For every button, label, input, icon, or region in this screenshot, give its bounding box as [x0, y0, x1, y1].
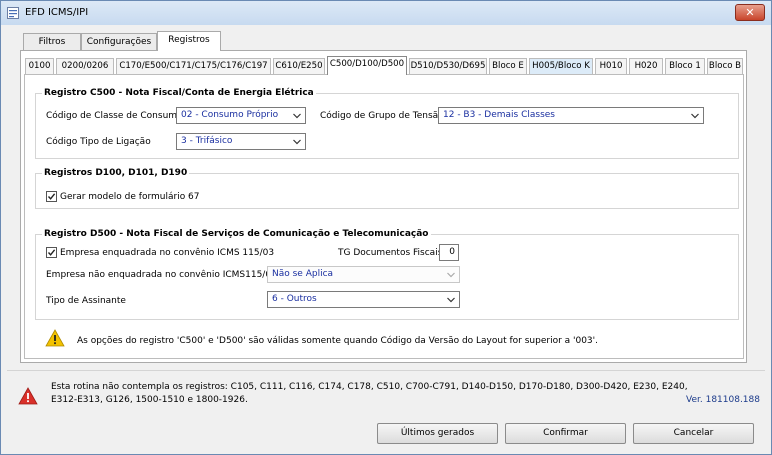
subtab-h010[interactable]: H010	[595, 58, 627, 74]
classe-consumo-select[interactable]: 02 - Consumo Próprio	[176, 107, 306, 124]
gerar-modelo-checkbox[interactable]	[46, 191, 57, 202]
ultimos-gerados-button[interactable]: Últimos gerados	[377, 423, 498, 444]
close-button[interactable]: ✕	[735, 4, 765, 21]
nao-enquadrada-select[interactable]: Não se Aplica	[267, 266, 460, 283]
chevron-down-icon	[293, 139, 301, 145]
cancelar-button[interactable]: Cancelar	[633, 423, 754, 444]
grupo-tensao-label: Código de Grupo de Tensão	[320, 111, 444, 121]
version-label: Ver. 181108.188	[686, 395, 760, 405]
tipo-ligacao-select[interactable]: 3 - Trifásico	[176, 133, 306, 150]
chevron-down-icon	[293, 113, 301, 119]
subtab-c610-e250[interactable]: C610/E250	[273, 58, 325, 74]
check-icon	[47, 249, 56, 256]
enquadrada-label: Empresa enquadrada no convênio ICMS 115/…	[60, 248, 275, 258]
subtab-c170[interactable]: C170/E500/C171/C175/C176/C197	[116, 58, 271, 74]
tab-configuracoes-label: Configurações	[86, 37, 152, 47]
subtab-label: H020	[634, 61, 658, 71]
subtab-label: C170/E500/C171/C175/C176/C197	[119, 61, 268, 71]
subtab-h020[interactable]: H020	[629, 58, 663, 74]
tipo-ligacao-label: Código Tipo de Ligação	[46, 137, 151, 147]
efd-window: EFD ICMS/IPI ✕ Filtros Configurações Reg…	[0, 0, 772, 455]
warning-info-icon	[45, 329, 65, 347]
group-c500-title: Registro C500 - Nota Fiscal/Conta de Ene…	[42, 88, 316, 98]
tab-configuracoes[interactable]: Configurações	[81, 33, 157, 51]
tipo-assinante-select[interactable]: 6 - Outros	[267, 291, 460, 308]
tipo-assinante-value: 6 - Outros	[272, 294, 317, 304]
footer-separator	[7, 370, 765, 371]
tg-documentos-input[interactable]: 0	[439, 244, 459, 261]
subtab-bloco-b[interactable]: Bloco B	[707, 58, 743, 74]
subtab-0100[interactable]: 0100	[25, 58, 54, 74]
subtab-label: 0200/0206	[61, 61, 109, 71]
tg-documentos-label: TG Documentos Fiscais	[338, 248, 443, 258]
cancelar-label: Cancelar	[673, 428, 714, 438]
enquadrada-checkbox[interactable]	[46, 247, 57, 258]
tg-documentos-value: 0	[449, 247, 455, 257]
subtab-label: Bloco E	[492, 61, 524, 71]
chevron-down-icon	[447, 272, 455, 278]
window-title: EFD ICMS/IPI	[25, 7, 89, 18]
close-icon: ✕	[745, 6, 755, 19]
title-bar: EFD ICMS/IPI ✕	[1, 1, 771, 25]
subtab-h005-bloco-k[interactable]: H005/Bloco K	[529, 58, 593, 74]
nao-enquadrada-value: Não se Aplica	[272, 269, 334, 279]
chevron-down-icon	[691, 113, 699, 119]
tab-filtros-label: Filtros	[38, 37, 66, 47]
classe-consumo-label: Código de Classe de Consumo	[46, 111, 183, 121]
tab-registros[interactable]: Registros	[157, 31, 221, 51]
group-d100: Registros D100, D101, D190	[35, 168, 739, 209]
subtab-label: C610/E250	[275, 61, 323, 71]
confirmar-label: Confirmar	[543, 428, 588, 438]
group-d500-title: Registro D500 - Nota Fiscal de Serviços …	[42, 229, 431, 239]
warning-icon	[18, 387, 38, 405]
group-c500: Registro C500 - Nota Fiscal/Conta de Ene…	[35, 88, 739, 159]
subtab-0200-0206[interactable]: 0200/0206	[56, 58, 114, 74]
nao-enquadrada-label: Empresa não enquadrada no convênio ICMS1…	[46, 270, 277, 280]
tipo-ligacao-value: 3 - Trifásico	[181, 136, 233, 146]
subtab-label: Bloco 1	[669, 61, 701, 71]
chevron-down-icon	[447, 297, 455, 303]
tab-filtros[interactable]: Filtros	[23, 33, 81, 51]
info-note: As opções do registro 'C500' e 'D500' sã…	[77, 336, 598, 346]
warning-line-1: Esta rotina não contempla os registros: …	[51, 382, 688, 392]
subtab-c500-d100-d500[interactable]: C500/D100/D500	[327, 56, 407, 75]
classe-consumo-value: 02 - Consumo Próprio	[181, 110, 279, 120]
ultimos-gerados-label: Últimos gerados	[400, 428, 475, 438]
subtab-label: Bloco B	[708, 61, 742, 71]
grupo-tensao-value: 12 - B3 - Demais Classes	[443, 110, 555, 120]
tipo-assinante-label: Tipo de Assinante	[46, 296, 126, 306]
subtab-bloco-e[interactable]: Bloco E	[489, 58, 527, 74]
subtab-bloco-1[interactable]: Bloco 1	[665, 58, 705, 74]
subtab-label: D510/D530/D695	[410, 61, 486, 71]
confirmar-button[interactable]: Confirmar	[505, 423, 626, 444]
group-d100-title: Registros D100, D101, D190	[42, 168, 190, 178]
app-icon	[7, 7, 19, 19]
check-icon	[47, 193, 56, 200]
grupo-tensao-select[interactable]: 12 - B3 - Demais Classes	[438, 107, 704, 124]
subtab-label: 0100	[28, 61, 51, 71]
subtab-label: H010	[599, 61, 623, 71]
warning-line-2: E312-E313, G126, 1500-1510 e 1800-1926.	[51, 395, 248, 405]
tab-registros-label: Registros	[168, 35, 210, 45]
subtab-d510[interactable]: D510/D530/D695	[409, 58, 487, 74]
gerar-modelo-label: Gerar modelo de formulário 67	[60, 192, 200, 202]
subtab-label: C500/D100/D500	[329, 59, 405, 69]
subtab-label: H005/Bloco K	[532, 61, 590, 71]
